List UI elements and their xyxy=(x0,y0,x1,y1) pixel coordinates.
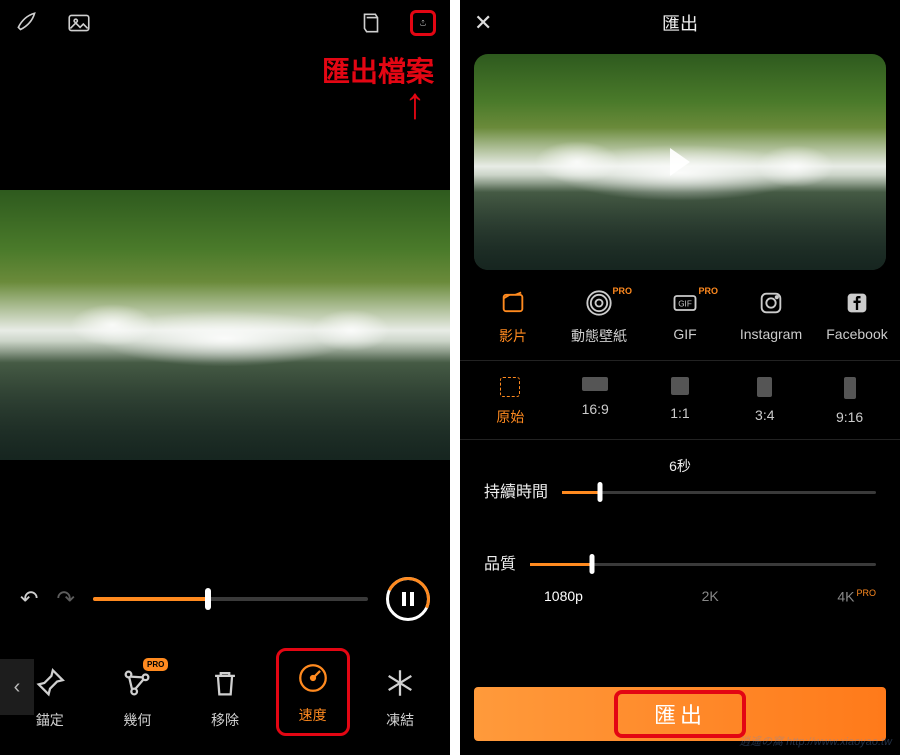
undo-button[interactable]: ↶ xyxy=(20,586,38,612)
speedometer-icon xyxy=(294,659,332,697)
format-label: Facebook xyxy=(826,326,887,342)
snowflake-icon xyxy=(381,664,419,702)
tool-strip: 錨定 PRO 幾何 移除 速度 凍結 xyxy=(0,639,450,755)
export-preview[interactable] xyxy=(474,54,886,270)
format-label: 動態壁紙 xyxy=(571,326,627,346)
quality-tick: 4KPRO xyxy=(837,588,876,605)
brush-icon[interactable] xyxy=(14,10,40,36)
tool-speed[interactable]: 速度 xyxy=(276,648,350,736)
pro-badge: PRO xyxy=(612,286,632,296)
playback-controls: ↶ ↷ xyxy=(0,569,450,629)
editor-topbar xyxy=(0,0,450,46)
annotation-export-file: 匯出檔案 ↑ xyxy=(322,58,434,126)
trash-icon xyxy=(206,664,244,702)
duration-label: 持續時間 xyxy=(484,478,548,502)
ratio-label: 3:4 xyxy=(755,407,774,423)
ratio-shape-icon xyxy=(757,377,772,397)
tool-label: 速度 xyxy=(299,705,327,725)
editor-screen: 匯出檔案 ↑ ↶ ↷ ‹ 錨定 PRO 幾何 xyxy=(0,0,450,755)
tool-label: 錨定 xyxy=(36,710,64,730)
pro-badge: PRO xyxy=(698,286,718,296)
format-label: GIF xyxy=(673,326,696,342)
quality-slider[interactable] xyxy=(530,563,876,566)
quality-tick: 2K xyxy=(702,588,719,605)
format-facebook[interactable]: Facebook xyxy=(814,288,900,346)
quality-section: 品質 1080p 2K 4KPRO xyxy=(460,534,900,605)
format-label: 影片 xyxy=(499,326,527,346)
ratio-9-16[interactable]: 9:16 xyxy=(807,377,892,427)
ratio-row: 原始 16:9 1:1 3:4 9:16 xyxy=(460,361,900,440)
format-label: Instagram xyxy=(740,326,802,342)
format-row: 影片 PRO 動態壁紙 PRO GIF GIF Instagram xyxy=(460,270,900,361)
speed-slider[interactable] xyxy=(93,597,368,601)
format-gif[interactable]: PRO GIF GIF xyxy=(642,288,728,346)
layers-icon[interactable] xyxy=(358,10,384,36)
gif-icon: GIF xyxy=(670,288,700,318)
pro-badge: PRO xyxy=(143,658,168,671)
duration-slider[interactable] xyxy=(562,491,876,494)
export-icon[interactable] xyxy=(410,10,436,36)
ratio-original[interactable]: 原始 xyxy=(468,377,553,427)
instagram-icon xyxy=(756,288,786,318)
ratio-shape-icon xyxy=(671,377,689,395)
export-screen: ✕ 匯出 影片 PRO 動態壁紙 PRO GIF GIF xyxy=(460,0,900,755)
export-header: ✕ 匯出 xyxy=(460,0,900,46)
tool-label: 幾何 xyxy=(123,710,151,730)
pause-button[interactable] xyxy=(386,577,430,621)
ratio-16-9[interactable]: 16:9 xyxy=(553,377,638,427)
tool-remove[interactable]: 移除 xyxy=(188,664,262,730)
tool-label: 移除 xyxy=(211,710,239,730)
format-livewallpaper[interactable]: PRO 動態壁紙 xyxy=(556,288,642,346)
ratio-3-4[interactable]: 3:4 xyxy=(722,377,807,427)
ratio-shape-icon xyxy=(500,377,520,397)
redo-button[interactable]: ↷ xyxy=(56,586,74,612)
ratio-label: 1:1 xyxy=(670,405,689,421)
tool-label: 凍結 xyxy=(386,710,414,730)
tool-freeze[interactable]: 凍結 xyxy=(363,664,437,730)
tool-anchor[interactable]: 錨定 xyxy=(13,664,87,730)
quality-tick: 1080p xyxy=(544,588,583,605)
arrow-up-icon: ↑ xyxy=(404,82,426,126)
ratio-1-1[interactable]: 1:1 xyxy=(638,377,723,427)
page-title: 匯出 xyxy=(662,10,698,36)
ratio-shape-icon xyxy=(582,377,608,391)
facebook-icon xyxy=(842,288,872,318)
livewallpaper-icon xyxy=(584,288,614,318)
export-button[interactable]: 匯出 xyxy=(474,687,886,741)
svg-text:GIF: GIF xyxy=(678,300,692,309)
ratio-label: 原始 xyxy=(496,407,524,427)
play-icon[interactable] xyxy=(670,148,690,176)
ratio-label: 9:16 xyxy=(836,409,863,425)
format-video[interactable]: 影片 xyxy=(470,288,556,346)
close-button[interactable]: ✕ xyxy=(474,10,492,36)
tool-shape[interactable]: PRO 幾何 xyxy=(100,664,174,730)
image-icon[interactable] xyxy=(66,10,92,36)
quality-label: 品質 xyxy=(484,550,516,574)
ratio-label: 16:9 xyxy=(582,401,609,417)
duration-value: 6秒 xyxy=(484,456,876,476)
duration-section: 6秒 持續時間 xyxy=(460,440,900,506)
pin-icon xyxy=(31,664,69,702)
format-instagram[interactable]: Instagram xyxy=(728,288,814,346)
quality-ticks: 1080p 2K 4KPRO xyxy=(484,588,876,605)
preview-canvas[interactable] xyxy=(0,190,450,460)
highlight-box xyxy=(614,690,746,738)
video-icon xyxy=(498,288,528,318)
ratio-shape-icon xyxy=(844,377,856,399)
